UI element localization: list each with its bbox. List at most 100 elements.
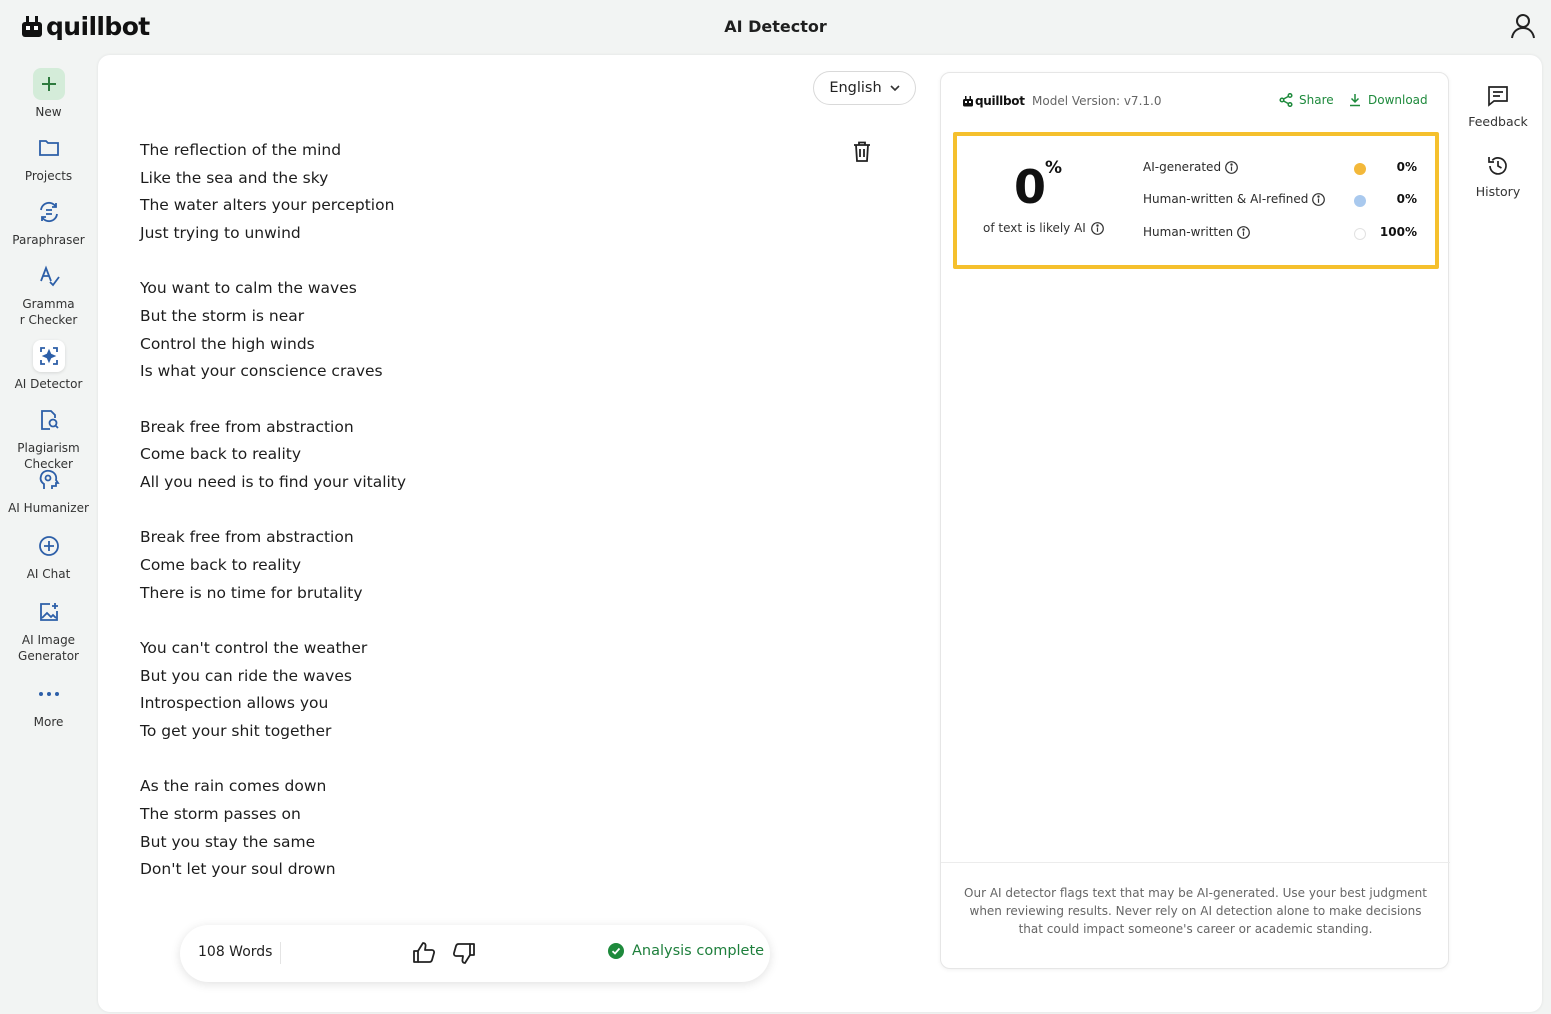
nav-item-paraphraser[interactable]: Paraphraser <box>0 196 97 249</box>
nav-label: New <box>35 105 62 119</box>
info-icon[interactable] <box>1312 192 1326 206</box>
text-line: Like the sea and the sky <box>140 168 329 187</box>
nav-item-ai-humanizer[interactable]: AI Humanizer <box>0 464 97 517</box>
language-select-value: English <box>829 80 882 96</box>
text-line: As the rain comes down <box>140 777 327 796</box>
humanizer-icon <box>33 464 65 496</box>
breakdown-label-text: AI-generated <box>1143 160 1222 174</box>
download-icon <box>1350 94 1360 107</box>
text-line: But the storm is near <box>140 307 305 326</box>
more-icon <box>33 678 65 710</box>
breakdown-label-text: Human-written <box>1143 225 1234 239</box>
breakdown-value: 0% <box>1396 160 1417 174</box>
folder-icon <box>33 132 65 164</box>
text-line: The reflection of the mind <box>140 141 342 159</box>
nav-item-projects[interactable]: Projects <box>0 132 97 185</box>
nav-label: AI Chat <box>26 567 71 581</box>
paraphraser-icon <box>33 196 65 228</box>
results-logo-text: quillbot <box>975 94 1025 108</box>
thumbs-up-icon[interactable] <box>412 941 436 965</box>
text-line: The water alters your perception <box>140 196 395 215</box>
text-line: Come back to reality <box>140 555 302 574</box>
text-line: Introspection allows you <box>140 694 329 713</box>
feedback-label: Feedback <box>1468 114 1528 129</box>
text-line: To get your shit together <box>140 721 332 740</box>
nav-label: Projects <box>24 169 73 183</box>
legend-dot <box>1354 228 1366 240</box>
nav-label: Gramma r Checker <box>19 297 78 327</box>
plus-icon <box>32 68 65 100</box>
nav-label: AI Humanizer <box>8 501 89 515</box>
divider <box>280 942 281 964</box>
text-line: Don't let your soul drown <box>140 860 336 879</box>
breakdown-label: Human-written <box>1143 225 1250 239</box>
trash-icon[interactable] <box>852 141 872 162</box>
text-line: Break free from abstraction <box>140 417 354 436</box>
user-account-icon[interactable] <box>1511 13 1535 39</box>
stanza: Break free from abstraction Come back to … <box>140 414 406 497</box>
text-line: You can't control the weather <box>140 638 368 657</box>
text-line: Come back to reality <box>140 445 302 464</box>
info-icon[interactable] <box>1225 160 1238 174</box>
download-button[interactable]: Download <box>1348 93 1428 107</box>
text-line: Break free from abstraction <box>140 528 354 547</box>
plagiarism-icon <box>33 404 65 436</box>
download-label: Download <box>1368 93 1428 107</box>
nav-label: AI Detector <box>14 377 83 391</box>
breakdown-row-ai-generated: AI-generated 0% <box>1143 160 1417 178</box>
divider <box>941 862 1450 863</box>
thumbs-down-icon[interactable] <box>452 941 476 965</box>
main-workspace: English The reflection of the mind Like t… <box>98 55 1542 1012</box>
ai-detector-icon <box>32 340 65 372</box>
nav-label: More <box>33 715 64 729</box>
nav-item-plagiarism-checker[interactable]: Plagiarism Checker <box>0 404 97 472</box>
nav-item-ai-detector[interactable]: AI Detector <box>0 340 97 393</box>
text-line: But you can ride the waves <box>140 666 352 685</box>
info-icon[interactable] <box>1090 221 1104 235</box>
feedback-button[interactable]: Feedback <box>1452 84 1544 129</box>
text-line: The storm passes on <box>140 804 301 823</box>
share-button[interactable]: Share <box>1279 93 1334 107</box>
stanza: You want to calm the waves But the storm … <box>140 275 406 386</box>
chevron-down-icon <box>890 85 900 91</box>
text-line: But you stay the same <box>140 832 316 851</box>
nav-item-ai-image-generator[interactable]: AI Image Generator <box>0 596 97 664</box>
nav-item-grammar-checker[interactable]: Gramma r Checker <box>0 260 97 328</box>
score-summary-box: 0 % of text is likely AI AI-generated 0%… <box>953 132 1439 269</box>
nav-item-ai-chat[interactable]: AI Chat <box>0 530 97 583</box>
breakdown-row-human-written: Human-written 100% <box>1143 225 1417 243</box>
language-select[interactable]: English <box>813 71 916 105</box>
status-text: Analysis complete <box>632 943 765 959</box>
ai-score-unit: % <box>1045 158 1063 178</box>
input-text-area[interactable]: The reflection of the mind Like the sea a… <box>140 137 406 911</box>
score-caption-text: of text is likely AI <box>983 221 1086 235</box>
feedback-icon <box>1488 86 1508 107</box>
info-icon[interactable] <box>1237 225 1250 239</box>
share-label: Share <box>1299 93 1334 107</box>
check-circle-icon <box>608 943 624 959</box>
breakdown-label-text: Human-written & AI-refined <box>1143 192 1309 206</box>
nav-item-more[interactable]: More <box>0 678 97 731</box>
chat-icon <box>33 530 65 562</box>
quillbot-logo-icon <box>963 95 973 106</box>
text-line: Control the high winds <box>140 334 315 353</box>
grammar-icon <box>33 260 65 292</box>
word-count: 108 Words <box>198 944 273 960</box>
image-generator-icon <box>33 596 65 628</box>
legend-dot <box>1354 163 1366 175</box>
analysis-status: Analysis complete <box>608 943 764 959</box>
legend-dot <box>1354 195 1366 207</box>
history-button[interactable]: History <box>1452 154 1544 199</box>
text-line: All you need is to find your vitality <box>140 473 407 492</box>
nav-label: AI Image Generator <box>18 633 79 663</box>
stanza: The reflection of the mind Like the sea a… <box>140 137 406 248</box>
disclaimer-text: Our AI detector flags text that may be A… <box>964 886 1427 936</box>
results-logo: quillbot <box>963 94 1025 108</box>
breakdown-value: 100% <box>1379 225 1417 239</box>
page-title: AI Detector <box>724 17 827 36</box>
breakdown-value: 0% <box>1396 192 1417 206</box>
nav-item-new[interactable]: New <box>0 68 97 121</box>
text-line: You want to calm the waves <box>140 279 357 298</box>
editor-bottom-bar: 108 Words Analysis complete <box>180 925 770 982</box>
nav-label: Paraphraser <box>12 233 85 247</box>
